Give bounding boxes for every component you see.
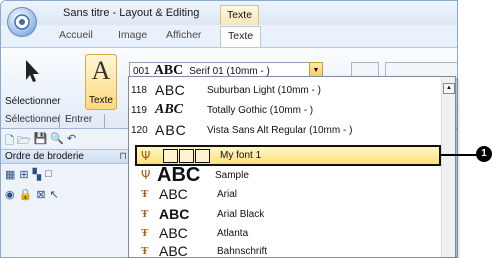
tab-afficher[interactable]: Afficher [166,29,201,41]
order-toolbar: ▦ ⊞ ▚ □ [5,168,52,181]
missing-glyph-boxes [163,148,210,163]
font-name: Serif 01 (10mm - ) [189,65,270,77]
font-name: Vista Sans Alt Regular (10mm - ) [207,124,353,136]
dropdown-scrollbar[interactable]: ▲ [441,77,455,257]
font-name: Suburban Light (10mm - ) [207,84,321,96]
text-button[interactable]: A Texte [85,54,117,110]
font-name: Atlanta [217,227,249,239]
font-list-item-selected[interactable]: Ψ My font 1 [135,145,441,166]
pointer-icon[interactable]: ↖ [50,188,59,201]
callout-line [441,154,477,156]
font-sample: ABC [155,82,186,98]
arrow-cursor-icon [26,60,39,82]
font-sample: ABC [155,102,184,117]
hierarchy-icon[interactable]: ⊞ [19,168,28,181]
text-a-icon: A [91,56,111,85]
font-list-item[interactable]: Ŧ ABC Bahnschrift [129,242,441,258]
truetype-font-icon: Ŧ [141,188,149,200]
select-button[interactable]: Sélectionner [5,54,61,110]
glyph-box [163,148,178,163]
font-sample: ABC [159,243,188,258]
group-label-select: Sélectionner [5,114,61,125]
context-tab-texte[interactable]: Texte [220,5,259,25]
select-label: Sélectionner [5,96,61,107]
font-sample: ABC [155,122,187,138]
grid-view-icon[interactable]: ▦ [5,168,15,181]
callout-marker: 1 [476,146,492,162]
font-list-item[interactable]: Ŧ ABC Arial Black [129,205,441,223]
color-sort-icon[interactable]: ▚ [33,168,41,181]
font-sample: ABC [157,164,201,186]
text-label: Texte [89,95,113,106]
glyph-box [179,148,194,163]
font-list-item[interactable]: Ψ ABC Sample [129,164,441,186]
group-separator [104,114,105,128]
font-name: Bahnschrift [217,245,268,257]
pin-icon[interactable]: ⊓ [119,151,127,162]
font-number: 001 [133,65,150,77]
lock-icon[interactable]: 🔒 [19,188,33,201]
font-number: 119 [131,104,147,116]
group-label-enter: Entrer [65,114,93,125]
font-name: Arial [217,188,238,200]
tab-texte[interactable]: Texte [220,26,262,47]
font-name: Totally Gothic (10mm - ) [207,104,314,116]
font-sample: ABC [159,186,188,202]
font-number: 118 [131,84,147,96]
glyph-box [195,148,210,163]
font-list-item[interactable]: Ŧ ABC Arial [129,185,441,203]
left-panel: 🗋 🗁 💾 🔍 ↶ Ordre de broderie ⊓ ▦ ⊞ ▚ □ ◉ … [1,129,131,257]
font-dropdown-list[interactable]: 118 ABC Suburban Light (10mm - ) 119 ABC… [128,76,456,258]
font-name: My font 1 [220,150,262,161]
embroidery-order-header: Ordre de broderie ⊓ [1,149,131,164]
deselect-icon[interactable]: ⊠ [36,188,45,201]
font-list-item[interactable]: Ŧ ABC Atlanta [129,224,441,242]
tab-image[interactable]: Image [118,29,147,41]
eye-icon[interactable]: ◉ [5,188,15,201]
truetype-font-icon: Ŧ [141,208,149,220]
font-list-item[interactable]: 118 ABC Suburban Light (10mm - ) [129,81,441,99]
custom-font-icon: Ψ [141,168,151,182]
font-sample: ABC [159,206,190,222]
font-name: Arial Black [217,208,265,220]
window-title: Sans titre - Layout & Editing [63,7,200,19]
font-list-item[interactable]: 120 ABC Vista Sans Alt Regular (10mm - ) [129,121,441,139]
scroll-up-icon[interactable]: ▲ [443,83,455,94]
font-list-item[interactable]: 119 ABC Totally Gothic (10mm - ) [129,101,441,119]
view-toolbar: ◉ 🔒 ⊠ ↖ [5,188,59,201]
font-name: Sample [215,169,249,181]
truetype-font-icon: Ŧ [141,245,149,257]
frame-icon[interactable]: □ [45,168,52,181]
truetype-font-icon: Ŧ [141,227,149,239]
ribbon-tabs: Accueil Image Afficher Texte [1,25,457,47]
tab-accueil[interactable]: Accueil [59,29,93,41]
title-bar: Sans titre - Layout & Editing Texte [1,1,457,25]
font-number: 120 [131,124,148,136]
custom-font-icon: Ψ [141,148,151,163]
font-sample: ABC [159,225,188,241]
group-separator [59,114,60,128]
panel-title: Ordre de broderie [5,151,84,162]
